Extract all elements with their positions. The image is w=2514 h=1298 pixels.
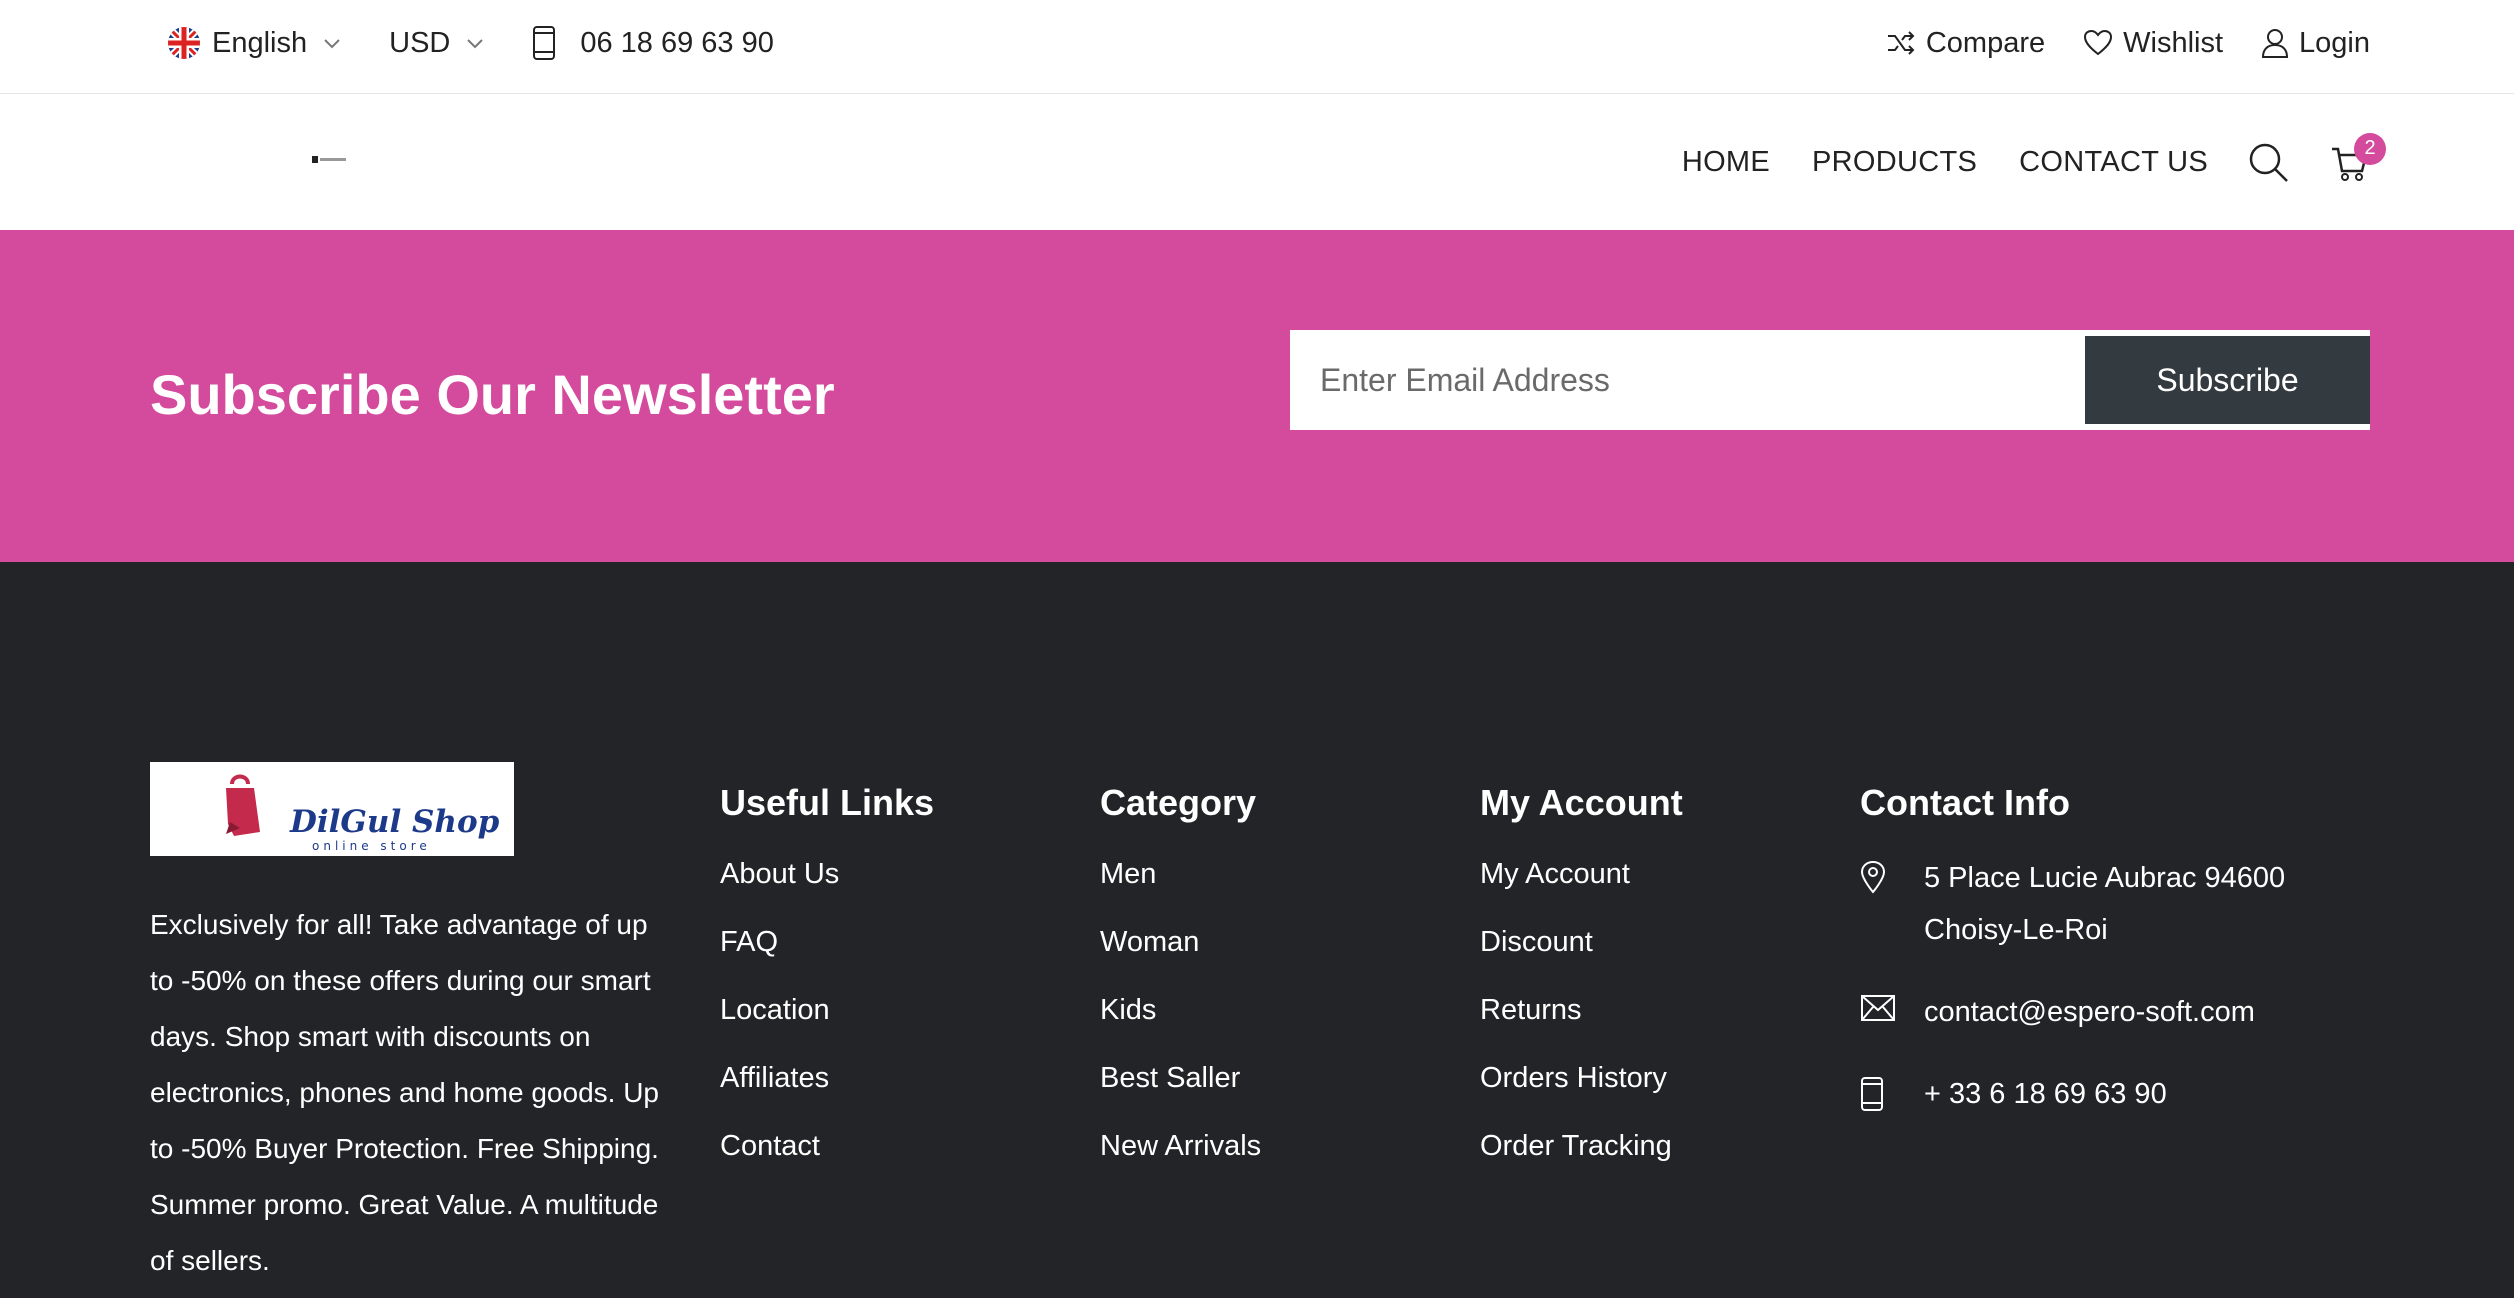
cart-count-badge: 2 [2354, 132, 2386, 165]
useful-links-heading: Useful Links [720, 782, 935, 823]
category-heading: Category [1100, 782, 1257, 823]
footer-link-best-seller[interactable]: Best Saller [1100, 1062, 1261, 1130]
footer-link-about-us[interactable]: About Us [720, 858, 934, 926]
login-link[interactable]: Login [2261, 27, 2370, 60]
envelope-icon [1860, 986, 1924, 1022]
footer-link-affiliates[interactable]: Affiliates [720, 1062, 934, 1130]
my-account-column: My Account My Account Discount Returns O… [1480, 782, 1683, 1198]
footer-link-men[interactable]: Men [1100, 858, 1261, 926]
mobile-phone-icon [533, 26, 556, 60]
heart-icon [2084, 29, 2113, 56]
currency-selector[interactable]: USD [389, 27, 486, 60]
top-bar: English USD 06 18 69 63 90 Compare Wishl… [0, 0, 2514, 94]
my-account-heading: My Account [1480, 782, 1683, 823]
newsletter-form: Subscribe [1290, 330, 2370, 430]
footer-link-discount[interactable]: Discount [1480, 926, 1683, 994]
footer-link-location[interactable]: Location [720, 994, 934, 1062]
footer-link-returns[interactable]: Returns [1480, 994, 1683, 1062]
nav-home[interactable]: HOME [1682, 146, 1770, 179]
language-label: English [212, 26, 308, 59]
footer-link-new-arrivals[interactable]: New Arrivals [1100, 1130, 1261, 1198]
chevron-down-icon [324, 39, 340, 49]
search-button[interactable] [2248, 142, 2290, 184]
site-footer: DilGul Shop online store Exclusively for… [0, 562, 2514, 1298]
footer-logo-name: DilGul Shop [289, 804, 500, 840]
compare-link[interactable]: Compare [1886, 27, 2045, 60]
email-label: contact@espero-soft.com [1924, 996, 2255, 1028]
search-icon [2249, 143, 2288, 182]
main-nav: HOME PRODUCTS CONTACT US 2 [1640, 95, 2386, 230]
contact-address: 5 Place Lucie Aubrac 94600 Choisy-Le-Roi [1860, 852, 2380, 956]
subscribe-button[interactable]: Subscribe [2085, 336, 2370, 424]
footer-link-kids[interactable]: Kids [1100, 994, 1261, 1062]
phone-number[interactable]: 06 18 69 63 90 [532, 25, 774, 61]
language-selector[interactable]: English [168, 27, 343, 60]
cart-button[interactable]: 2 [2330, 132, 2386, 183]
footer-link-order-tracking[interactable]: Order Tracking [1480, 1130, 1683, 1198]
newsletter-section: Subscribe Our Newsletter Subscribe [0, 230, 2514, 562]
address-line-2: Choisy-Le-Roi [1924, 914, 2108, 946]
compare-label: Compare [1925, 26, 2046, 59]
currency-label: USD [389, 26, 451, 59]
chevron-down-icon [467, 39, 484, 49]
shuffle-icon [1887, 31, 1915, 55]
main-header: HOME PRODUCTS CONTACT US 2 [0, 95, 2514, 230]
mobile-phone-icon [1860, 1068, 1924, 1112]
uk-flag-icon [168, 27, 200, 59]
phone-label: 06 18 69 63 90 [580, 26, 774, 59]
top-bar-right: Compare Wishlist Login [1848, 0, 2370, 86]
footer-link-orders-history[interactable]: Orders History [1480, 1062, 1683, 1130]
login-label: Login [2299, 26, 2370, 59]
top-bar-left: English USD 06 18 69 63 90 [168, 0, 774, 86]
footer-phone-label: + 33 6 18 69 63 90 [1924, 1078, 2167, 1110]
address-line-1: 5 Place Lucie Aubrac 94600 [1924, 862, 2286, 894]
site-logo[interactable] [312, 155, 348, 165]
wishlist-label: Wishlist [2123, 26, 2224, 59]
footer-link-woman[interactable]: Woman [1100, 926, 1261, 994]
user-icon [2262, 29, 2289, 58]
nav-contact-us[interactable]: CONTACT US [2019, 146, 2208, 179]
category-column: Category Men Woman Kids Best Saller New … [1100, 782, 1261, 1198]
footer-about-text: Exclusively for all! Take advantage of u… [150, 909, 659, 1276]
wishlist-link[interactable]: Wishlist [2083, 27, 2223, 60]
footer-logo-tagline: online store [312, 839, 431, 853]
nav-products[interactable]: PRODUCTS [1812, 146, 1977, 179]
footer-logo[interactable]: DilGul Shop online store [150, 762, 514, 856]
footer-link-contact[interactable]: Contact [720, 1130, 934, 1198]
useful-links-column: Useful Links About Us FAQ Location Affil… [720, 782, 934, 1198]
footer-link-my-account[interactable]: My Account [1480, 858, 1683, 926]
newsletter-title: Subscribe Our Newsletter [150, 363, 835, 426]
email-input[interactable] [1290, 330, 2080, 430]
map-pin-icon [1860, 852, 1924, 894]
contact-info-heading: Contact Info [1860, 782, 2070, 823]
contact-email[interactable]: contact@espero-soft.com [1860, 986, 2380, 1038]
contact-info-column: Contact Info 5 Place Lucie Aubrac 94600 … [1860, 782, 2380, 1150]
contact-phone[interactable]: + 33 6 18 69 63 90 [1860, 1068, 2380, 1120]
footer-link-faq[interactable]: FAQ [720, 926, 934, 994]
